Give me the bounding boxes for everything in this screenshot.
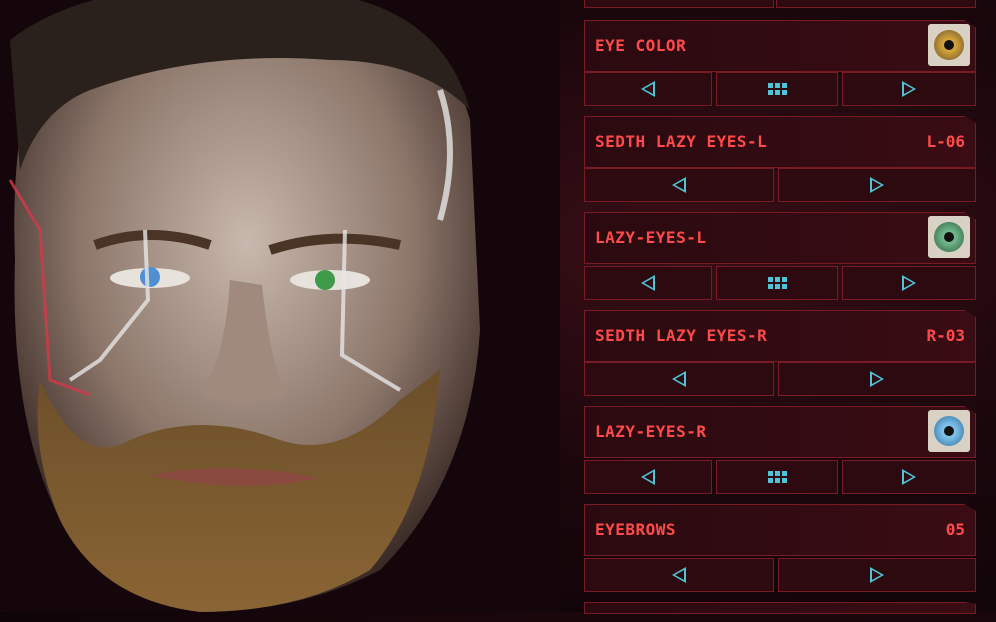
grid-icon — [767, 83, 787, 95]
character-portrait — [0, 0, 560, 612]
option-sedth-lazy-eyes-l[interactable]: SEDTH LAZY EYES-L L-06 — [584, 116, 976, 168]
grid-icon — [767, 277, 787, 289]
arrow-right-icon — [902, 469, 916, 485]
lazy-eyes-r-next-button[interactable] — [842, 460, 976, 494]
arrow-left-icon — [641, 275, 655, 291]
option-label: SEDTH LAZY EYES-L — [595, 132, 768, 151]
character-face-image — [0, 0, 560, 612]
arrow-left-icon — [672, 371, 686, 387]
arrow-left-icon — [641, 469, 655, 485]
option-lazy-eyes-r[interactable]: LAZY-EYES-R — [584, 406, 976, 458]
option-label: LAZY-EYES-R — [595, 422, 707, 441]
arrow-left-icon — [672, 567, 686, 583]
option-eyebrows[interactable]: EYEBROWS 05 — [584, 504, 976, 556]
lazy-eyes-l-controls — [584, 266, 976, 300]
previous-right-button[interactable] — [776, 0, 976, 8]
eye-color-swatch — [928, 24, 970, 66]
lazy-eyes-r-swatch — [928, 410, 970, 452]
lazy-eyes-r-controls — [584, 460, 976, 494]
lazy-eyes-r-prev-button[interactable] — [584, 460, 712, 494]
sedth-lazy-eyes-l-next-button[interactable] — [778, 168, 976, 202]
arrow-right-icon — [870, 371, 884, 387]
lazy-eyes-l-prev-button[interactable] — [584, 266, 712, 300]
arrow-left-icon — [672, 177, 686, 193]
sedth-lazy-eyes-r-prev-button[interactable] — [584, 362, 774, 396]
arrow-right-icon — [902, 81, 916, 97]
eyebrows-next-button[interactable] — [778, 558, 976, 592]
option-label: SEDTH LAZY EYES-R — [595, 326, 768, 345]
arrow-right-icon — [870, 177, 884, 193]
iris-blue-icon — [934, 416, 964, 446]
option-next-partial[interactable] — [584, 602, 976, 614]
eye-color-controls — [584, 72, 976, 106]
sedth-lazy-eyes-r-next-button[interactable] — [778, 362, 976, 396]
option-lazy-eyes-l[interactable]: LAZY-EYES-L — [584, 212, 976, 264]
eyebrows-controls — [584, 558, 976, 592]
lazy-eyes-l-grid-button[interactable] — [716, 266, 838, 300]
sedth-lazy-eyes-l-controls — [584, 168, 976, 202]
option-label: LAZY-EYES-L — [595, 228, 707, 247]
arrow-right-icon — [870, 567, 884, 583]
option-label: EYE COLOR — [595, 36, 687, 55]
iris-amber-icon — [934, 30, 964, 60]
lazy-eyes-r-grid-button[interactable] — [716, 460, 838, 494]
option-sedth-lazy-eyes-r[interactable]: SEDTH LAZY EYES-R R-03 — [584, 310, 976, 362]
eye-color-prev-button[interactable] — [584, 72, 712, 106]
sedth-lazy-eyes-l-prev-button[interactable] — [584, 168, 774, 202]
option-value: R-03 — [926, 326, 965, 345]
sedth-lazy-eyes-r-controls — [584, 362, 976, 396]
option-eye-color[interactable]: EYE COLOR — [584, 20, 976, 72]
option-value: 05 — [945, 520, 965, 539]
option-value: L-06 — [926, 132, 965, 151]
grid-icon — [767, 471, 787, 483]
option-label: EYEBROWS — [595, 520, 677, 539]
lazy-eyes-l-next-button[interactable] — [842, 266, 976, 300]
arrow-left-icon — [641, 81, 655, 97]
lazy-eyes-l-swatch — [928, 216, 970, 258]
eye-color-next-button[interactable] — [842, 72, 976, 106]
eyebrows-prev-button[interactable] — [584, 558, 774, 592]
iris-green-icon — [934, 222, 964, 252]
previous-left-button[interactable] — [584, 0, 774, 8]
customization-panel: EYE COLOR SEDTH LAZY EYES-L L-06 LAZY-EY… — [580, 0, 980, 622]
eye-color-grid-button[interactable] — [716, 72, 838, 106]
arrow-right-icon — [902, 275, 916, 291]
